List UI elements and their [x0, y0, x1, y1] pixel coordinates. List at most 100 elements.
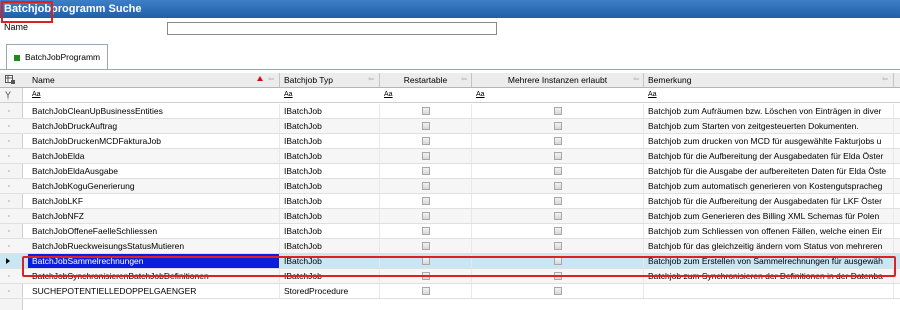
- cell-batchjob-typ[interactable]: IBatchJob: [280, 134, 380, 148]
- cell-mehrere-instanzen: [472, 134, 644, 148]
- cell-name[interactable]: BatchJobRueckweisungsStatusMutieren: [28, 239, 280, 253]
- cell-restartable: [380, 134, 472, 148]
- row-marker: [8, 200, 10, 202]
- mehrere-instanzen-checkbox[interactable]: [554, 242, 562, 250]
- cell-bemerkung[interactable]: Batchjob zum automatisch generieren von …: [644, 179, 894, 193]
- cell-name[interactable]: BatchJobDruckAuftrag: [28, 119, 280, 133]
- mehrere-instanzen-checkbox[interactable]: [554, 182, 562, 190]
- cell-bemerkung[interactable]: [644, 284, 894, 298]
- cell-batchjob-typ[interactable]: StoredProcedure: [280, 284, 380, 298]
- name-search-input[interactable]: [167, 22, 497, 35]
- restartable-checkbox[interactable]: [422, 287, 430, 295]
- table-row[interactable]: BatchJobElda IBatchJob Batchjob für die Au…: [0, 149, 900, 164]
- cell-bemerkung[interactable]: Batchjob zum drucken von MCD für ausgewä…: [644, 134, 894, 148]
- table-row[interactable]: BatchJobRueckweisungsStatusMutieren IBatc…: [0, 239, 900, 254]
- restartable-checkbox[interactable]: [422, 227, 430, 235]
- window-title-bar: Batchjobprogramm Suche: [0, 0, 900, 18]
- restartable-checkbox[interactable]: [422, 167, 430, 175]
- mehrere-instanzen-checkbox[interactable]: [554, 107, 562, 115]
- restartable-checkbox[interactable]: [422, 212, 430, 220]
- column-chooser-icon[interactable]: [5, 75, 15, 84]
- filter-mehrere-instanzen[interactable]: Aa: [472, 88, 485, 102]
- table-row[interactable]: BatchJobNFZ IBatchJob Batchjob zum Generie…: [0, 209, 900, 224]
- cell-name[interactable]: BatchJobElda: [28, 149, 280, 163]
- mehrere-instanzen-checkbox[interactable]: [554, 197, 562, 205]
- cell-name[interactable]: BatchJobNFZ: [28, 209, 280, 223]
- mehrere-instanzen-checkbox[interactable]: [554, 212, 562, 220]
- cell-bemerkung[interactable]: Batchjob zum Schliessen von offenen Fäll…: [644, 224, 894, 238]
- column-header-restartable[interactable]: Restartable ⇦: [380, 73, 472, 87]
- cell-name[interactable]: SUCHEPOTENTIELLEDOPPELGAENGER: [28, 284, 280, 298]
- cell-mehrere-instanzen: [472, 194, 644, 208]
- cell-name[interactable]: BatchJobLKF: [28, 194, 280, 208]
- restartable-checkbox[interactable]: [422, 152, 430, 160]
- cell-name[interactable]: BatchJobEldaAusgabe: [28, 164, 280, 178]
- cell-bemerkung[interactable]: Batchjob zum Generieren des Billing XML …: [644, 209, 894, 223]
- mehrere-instanzen-checkbox[interactable]: [554, 122, 562, 130]
- table-row[interactable]: BatchJobLKF IBatchJob Batchjob für die Auf…: [0, 194, 900, 209]
- cell-bemerkung[interactable]: Batchjob für die Ausgabe der aufbereitet…: [644, 164, 894, 178]
- cell-batchjob-typ[interactable]: IBatchJob: [280, 239, 380, 253]
- column-header-batchjob-typ[interactable]: Batchjob Typ ⇦: [280, 73, 380, 87]
- mehrere-instanzen-checkbox[interactable]: [554, 152, 562, 160]
- cell-bemerkung[interactable]: Batchjob zum Aufräumen bzw. Löschen von …: [644, 104, 894, 118]
- restartable-checkbox[interactable]: [422, 107, 430, 115]
- selection-highlight-box: [22, 256, 896, 277]
- filter-name[interactable]: Aa: [28, 88, 41, 102]
- cell-name[interactable]: BatchJobKoguGenerierung: [28, 179, 280, 193]
- current-row-indicator-icon: [6, 258, 10, 264]
- cell-name[interactable]: BatchJobDruckenMCDFakturaJob: [28, 134, 280, 148]
- cell-name[interactable]: BatchJobCleanUpBusinessEntities: [28, 104, 280, 118]
- cell-mehrere-instanzen: [472, 164, 644, 178]
- mehrere-instanzen-checkbox[interactable]: [554, 227, 562, 235]
- cell-bemerkung[interactable]: Batchjob für das gleichzeitig ändern vom…: [644, 239, 894, 253]
- cell-mehrere-instanzen: [472, 179, 644, 193]
- cell-batchjob-typ[interactable]: IBatchJob: [280, 224, 380, 238]
- column-filter-icon[interactable]: ⇦: [460, 76, 468, 83]
- table-row[interactable]: BatchJobEldaAusgabe IBatchJob Batchjob für…: [0, 164, 900, 179]
- column-header-label: Restartable: [403, 75, 448, 85]
- column-filter-icon[interactable]: ⇦: [368, 76, 376, 83]
- column-header-bemerkung[interactable]: Bemerkung ⇦: [644, 73, 894, 87]
- restartable-checkbox[interactable]: [422, 197, 430, 205]
- column-header-mehrere-instanzen[interactable]: Mehrere Instanzen erlaubt ⇦: [472, 73, 644, 87]
- tab-batchjobprogramm[interactable]: BatchJobProgramm: [6, 44, 108, 69]
- grid-header: Name ⇦ Batchjob Typ ⇦ Restartable ⇦ Mehr…: [0, 73, 900, 88]
- cell-name[interactable]: BatchJobOffeneFaelleSchliessen: [28, 224, 280, 238]
- column-header-label: Bemerkung: [648, 75, 692, 85]
- filter-funnel-icon[interactable]: Ỵ: [5, 90, 15, 100]
- restartable-checkbox[interactable]: [422, 242, 430, 250]
- filter-batchjob-typ[interactable]: Aa: [280, 88, 293, 102]
- restartable-checkbox[interactable]: [422, 182, 430, 190]
- cell-batchjob-typ[interactable]: IBatchJob: [280, 164, 380, 178]
- cell-bemerkung[interactable]: Batchjob für die Aufbereitung der Ausgab…: [644, 194, 894, 208]
- filter-restartable[interactable]: Aa: [380, 88, 393, 102]
- table-row[interactable]: BatchJobCleanUpBusinessEntities IBatchJob…: [0, 104, 900, 119]
- table-row[interactable]: BatchJobDruckAuftrag IBatchJob Batchjob zu…: [0, 119, 900, 134]
- cell-bemerkung[interactable]: Batchjob für die Aufbereitung der Ausgab…: [644, 149, 894, 163]
- cell-batchjob-typ[interactable]: IBatchJob: [280, 104, 380, 118]
- sort-ascending-icon: [257, 76, 263, 81]
- column-filter-icon[interactable]: ⇦: [268, 76, 276, 83]
- filter-bemerkung[interactable]: Aa: [644, 88, 657, 102]
- cell-batchjob-typ[interactable]: IBatchJob: [280, 119, 380, 133]
- cell-batchjob-typ[interactable]: IBatchJob: [280, 149, 380, 163]
- column-header-label: Batchjob Typ: [284, 75, 333, 85]
- name-label: Name: [4, 22, 29, 32]
- column-filter-icon[interactable]: ⇦: [632, 76, 640, 83]
- table-row[interactable]: BatchJobOffeneFaelleSchliessen IBatchJob B…: [0, 224, 900, 239]
- restartable-checkbox[interactable]: [422, 137, 430, 145]
- column-filter-icon[interactable]: ⇦: [882, 76, 890, 83]
- table-row[interactable]: BatchJobDruckenMCDFakturaJob IBatchJob Bat…: [0, 134, 900, 149]
- table-row[interactable]: BatchJobKoguGenerierung IBatchJob Batchjob…: [0, 179, 900, 194]
- mehrere-instanzen-checkbox[interactable]: [554, 167, 562, 175]
- cell-batchjob-typ[interactable]: IBatchJob: [280, 179, 380, 193]
- mehrere-instanzen-checkbox[interactable]: [554, 287, 562, 295]
- table-row[interactable]: SUCHEPOTENTIELLEDOPPELGAENGER StoredProce…: [0, 284, 900, 299]
- column-header-name[interactable]: Name ⇦: [28, 73, 280, 87]
- mehrere-instanzen-checkbox[interactable]: [554, 137, 562, 145]
- restartable-checkbox[interactable]: [422, 122, 430, 130]
- cell-bemerkung[interactable]: Batchjob zum Starten von zeitgesteuerten…: [644, 119, 894, 133]
- cell-batchjob-typ[interactable]: IBatchJob: [280, 209, 380, 223]
- cell-batchjob-typ[interactable]: IBatchJob: [280, 194, 380, 208]
